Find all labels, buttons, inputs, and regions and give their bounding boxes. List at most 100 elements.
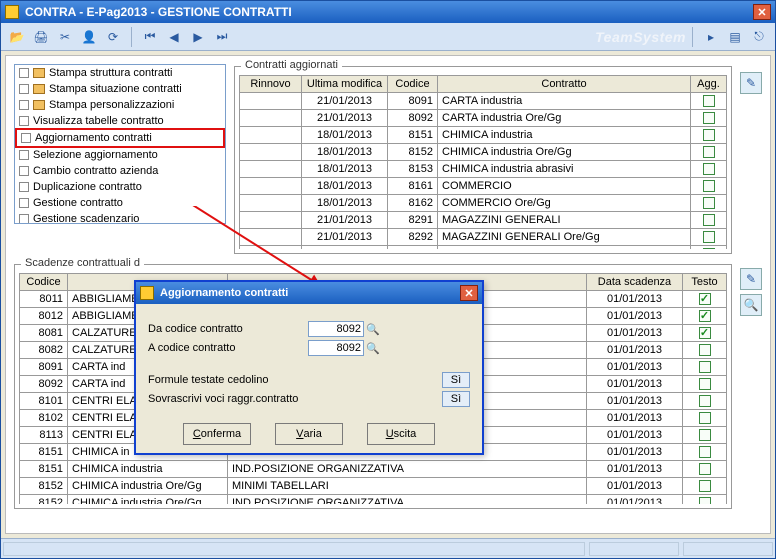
checkbox-icon[interactable] <box>19 68 29 78</box>
search-icon[interactable]: 🔍 <box>740 294 762 316</box>
checkbox-icon[interactable] <box>703 231 715 243</box>
table-row[interactable]: 21/01/20138291MAGAZZINI GENERALI <box>240 212 727 229</box>
checkbox-icon[interactable] <box>699 446 711 458</box>
column-header[interactable]: Contratto <box>438 76 691 93</box>
checkbox-icon[interactable] <box>699 480 711 492</box>
dialog-titlebar: Aggiornamento contratti ✕ <box>136 282 482 304</box>
status-cell <box>3 542 585 556</box>
checkbox-icon[interactable] <box>699 497 711 504</box>
table-row[interactable]: 18/01/20138162COMMERCIO Ore/Gg <box>240 195 727 212</box>
checkbox-icon[interactable] <box>19 214 29 224</box>
table-row[interactable]: 18/01/20138161COMMERCIO <box>240 178 727 195</box>
column-header[interactable]: Agg. <box>691 76 727 93</box>
group-title: Scadenze contrattuali d <box>21 257 144 269</box>
checkbox-icon[interactable] <box>703 180 715 192</box>
nav-last-icon[interactable]: ⏭ <box>213 28 231 46</box>
dialog-close-button[interactable]: ✕ <box>460 285 478 301</box>
checkbox-icon[interactable] <box>19 166 29 176</box>
table-row[interactable]: 8151CHIMICA industriaIND.POSIZIONE ORGAN… <box>20 461 727 478</box>
checkbox-icon[interactable] <box>699 378 711 390</box>
nav-first-icon[interactable]: ⏮ <box>141 28 159 46</box>
column-header[interactable]: Testo <box>683 274 727 291</box>
nav-next-icon[interactable]: ▶ <box>189 28 207 46</box>
input-a-codice[interactable] <box>308 340 364 356</box>
tree-item[interactable]: Gestione contratto <box>15 195 225 211</box>
checkbox-icon[interactable] <box>703 129 715 141</box>
status-cell <box>589 542 679 556</box>
lookup-icon[interactable]: 🔍 <box>366 322 380 336</box>
checkbox-icon[interactable] <box>19 182 29 192</box>
user-icon[interactable]: 👤 <box>80 28 98 46</box>
window-title: CONTRA - E-Pag2013 - GESTIONE CONTRATTI <box>25 5 292 19</box>
checkbox-icon[interactable] <box>699 412 711 424</box>
checkbox-icon[interactable] <box>19 150 29 160</box>
tree-item[interactable]: Stampa struttura contratti <box>15 65 225 81</box>
table-row[interactable]: 18/01/20138152CHIMICA industria Ore/Gg <box>240 144 727 161</box>
arrow-right-icon[interactable]: ▸ <box>702 28 720 46</box>
checkbox-icon[interactable] <box>699 327 711 339</box>
checkbox-icon[interactable] <box>699 310 711 322</box>
varia-button[interactable]: VariaVaria <box>275 423 343 445</box>
checkbox-icon[interactable] <box>699 429 711 441</box>
checkbox-icon[interactable] <box>703 163 715 175</box>
table-row[interactable]: 8152CHIMICA industria Ore/GgIND.POSIZION… <box>20 495 727 505</box>
edit-icon[interactable]: ✎ <box>740 72 762 94</box>
table-row[interactable]: IETALMECCANICA industria <box>240 246 727 250</box>
tree-item[interactable]: Aggiornamento contratti <box>15 128 225 148</box>
tree-item[interactable]: Duplicazione contratto <box>15 179 225 195</box>
checkbox-icon[interactable] <box>19 198 29 208</box>
checkbox-icon[interactable] <box>699 395 711 407</box>
column-header[interactable]: Codice <box>388 76 438 93</box>
window-close-button[interactable]: ✕ <box>753 4 771 20</box>
tree-item[interactable]: Gestione scadenzario <box>15 211 225 224</box>
checkbox-icon[interactable] <box>703 112 715 124</box>
print-icon <box>33 100 45 110</box>
app-icon <box>5 5 19 19</box>
toggle-sovrascrivi[interactable]: Sì <box>442 391 470 407</box>
lookup-icon[interactable]: 🔍 <box>366 341 380 355</box>
checkbox-icon[interactable] <box>699 344 711 356</box>
tree-item[interactable]: Visualizza tabelle contratto <box>15 113 225 129</box>
checkbox-icon[interactable] <box>21 133 31 143</box>
column-header[interactable]: Data scadenza <box>587 274 683 291</box>
group-contratti-aggiornati: Contratti aggiornati RinnovoUltima modif… <box>234 66 732 254</box>
checkbox-icon[interactable] <box>19 84 29 94</box>
tree-item[interactable]: Stampa personalizzazioni <box>15 97 225 113</box>
exit-icon[interactable]: ⎋ <box>750 28 768 46</box>
table-row[interactable]: 21/01/20138091CARTA industria <box>240 93 727 110</box>
edit-icon[interactable]: ✎ <box>740 268 762 290</box>
column-header[interactable]: Codice <box>20 274 68 291</box>
main-toolbar: 📂 🖨 ✂ 👤 ⟳ ⏮ ◀ ▶ ⏭ TeamSystem ▸ ▤ ⎋ <box>1 23 775 51</box>
checkbox-icon[interactable] <box>703 248 715 249</box>
table-row[interactable]: 18/01/20138151CHIMICA industria <box>240 127 727 144</box>
toggle-formule[interactable]: Sì <box>442 372 470 388</box>
cut-icon[interactable]: ✂ <box>56 28 74 46</box>
table-row[interactable]: 8152CHIMICA industria Ore/GgMINIMI TABEL… <box>20 478 727 495</box>
checkbox-icon[interactable] <box>699 463 711 475</box>
open-icon[interactable]: 📂 <box>8 28 26 46</box>
print-icon[interactable]: 🖨 <box>32 28 50 46</box>
uscita-button[interactable]: UscitaUscita <box>367 423 435 445</box>
table-row[interactable]: 21/01/20138092CARTA industria Ore/Gg <box>240 110 727 127</box>
input-da-codice[interactable] <box>308 321 364 337</box>
conferma-button[interactable]: CConfermaonferma <box>183 423 251 445</box>
nav-prev-icon[interactable]: ◀ <box>165 28 183 46</box>
table-row[interactable]: 21/01/20138292MAGAZZINI GENERALI Ore/Gg <box>240 229 727 246</box>
tree-item[interactable]: Selezione aggiornamento <box>15 147 225 163</box>
refresh-icon[interactable]: ⟳ <box>104 28 122 46</box>
table-row[interactable]: 18/01/20138153CHIMICA industria abrasivi <box>240 161 727 178</box>
checkbox-icon[interactable] <box>703 95 715 107</box>
checkbox-icon[interactable] <box>703 146 715 158</box>
checkbox-icon[interactable] <box>699 361 711 373</box>
checkbox-icon[interactable] <box>703 214 715 226</box>
column-header[interactable]: Ultima modifica <box>302 76 388 93</box>
table-contratti-aggiornati[interactable]: RinnovoUltima modificaCodiceContrattoAgg… <box>239 75 727 249</box>
tree-item[interactable]: Stampa situazione contratti <box>15 81 225 97</box>
checkbox-icon[interactable] <box>19 100 29 110</box>
tree-item[interactable]: Cambio contratto azienda <box>15 163 225 179</box>
checkbox-icon[interactable] <box>19 116 29 126</box>
stack-icon[interactable]: ▤ <box>726 28 744 46</box>
checkbox-icon[interactable] <box>703 197 715 209</box>
column-header[interactable]: Rinnovo <box>240 76 302 93</box>
checkbox-icon[interactable] <box>699 293 711 305</box>
